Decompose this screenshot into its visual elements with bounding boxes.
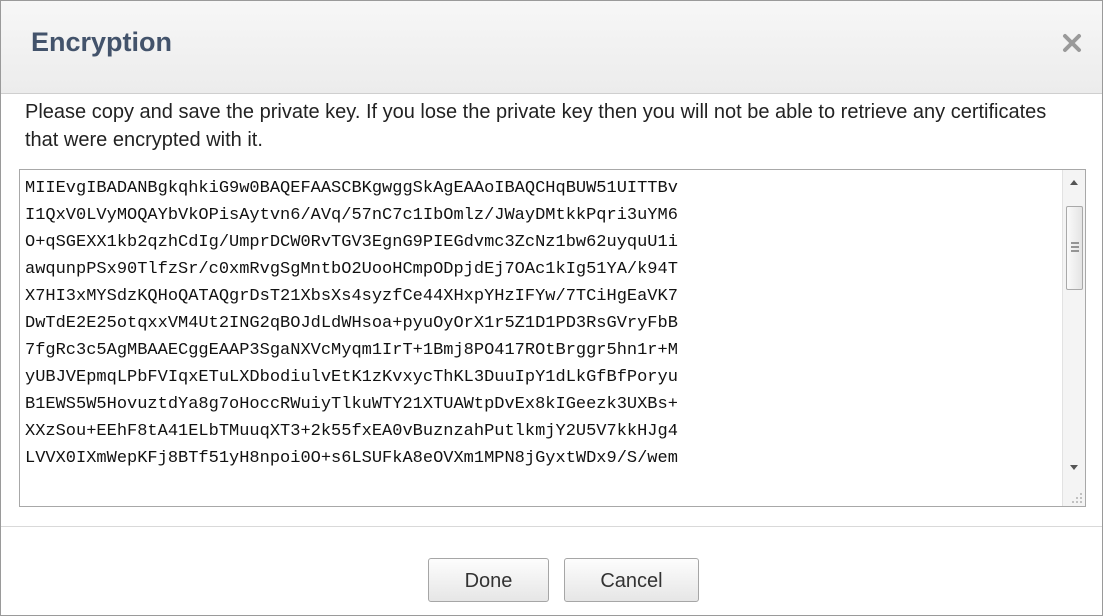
cancel-button[interactable]: Cancel [564, 558, 699, 602]
dialog-title: Encryption [31, 27, 173, 57]
footer-divider [1, 526, 1102, 527]
encryption-dialog: Encryption Please copy and save the priv… [0, 0, 1103, 616]
private-key-line: X7HI3xMYSdzKQHoQATAQgrDsT21XbsXs4syzfCe4… [25, 287, 678, 306]
instruction-message: Please copy and save the private key. If… [25, 101, 1047, 151]
resize-grip-icon[interactable] [1069, 490, 1083, 504]
private-key-text[interactable]: MIIEvgIBADANBgkqhkiG9w0BAQEFAASCBKgwggSk… [25, 175, 1050, 503]
private-key-line: O+qSGEXX1kb2qzhCdIg/UmprDCW0RvTGV3EgnG9P… [25, 233, 678, 252]
dialog-header: Encryption [1, 1, 1102, 94]
private-key-textarea[interactable]: MIIEvgIBADANBgkqhkiG9w0BAQEFAASCBKgwggSk… [19, 169, 1086, 507]
private-key-line: awqunpPSx90TlfzSr/c0xmRvgSgMntbO2UooHCmp… [25, 260, 678, 279]
private-key-line: B1EWS5W5HovuztdYa8g7oHoccRWuiyTlkuWTY21X… [25, 395, 678, 414]
private-key-line: DwTdE2E25otqxxVM4Ut2ING2qBOJdLdWHsoa+pyu… [25, 314, 678, 333]
private-key-line: MIIEvgIBADANBgkqhkiG9w0BAQEFAASCBKgwggSk… [25, 179, 678, 198]
private-key-line: I1QxV0LVyMOQAYbVkOPisAytvn6/AVq/57nC7c1I… [25, 206, 678, 225]
scroll-up-arrow-icon[interactable] [1063, 172, 1085, 194]
private-key-line: XXzSou+EEhF8tA41ELbTMuuqXT3+2k55fxEA0vBu… [25, 422, 678, 441]
private-key-line: LVVX0IXmWepKFj8BTf51yH8npoi0O+s6LSUFkA8e… [25, 449, 678, 468]
thumb-grip-icon [1071, 242, 1079, 252]
vertical-scrollbar[interactable] [1062, 170, 1085, 506]
scroll-down-arrow-icon[interactable] [1063, 456, 1085, 478]
scrollbar-thumb[interactable] [1066, 206, 1083, 290]
done-button[interactable]: Done [428, 558, 549, 602]
close-icon[interactable] [1056, 27, 1088, 59]
private-key-line: 7fgRc3c5AgMBAAECggEAAP3SgaNXVcMyqm1IrT+1… [25, 341, 678, 360]
private-key-line: yUBJVEpmqLPbFVIqxETuLXDbodiulvEtK1zKvxyc… [25, 368, 678, 387]
